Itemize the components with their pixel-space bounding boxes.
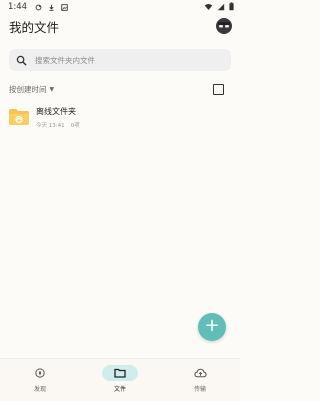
compass-icon xyxy=(22,365,58,381)
nav-item-files[interactable]: 文件 xyxy=(80,359,160,401)
list-item[interactable]: 离线文件夹 今天 13:41 0项 xyxy=(0,102,240,132)
nav-label-transfer: 传输 xyxy=(193,386,206,393)
add-button[interactable]: + xyxy=(198,313,226,341)
file-date: 今天 13:41 xyxy=(36,122,65,129)
cloud-transfer-icon xyxy=(182,365,218,381)
sort-label: 按创建时间 xyxy=(9,84,47,94)
bottom-navigation: 发现 文件 传输 xyxy=(0,358,240,401)
avatar-glasses-icon xyxy=(218,22,230,28)
avatar[interactable] xyxy=(216,18,232,34)
wifi-icon xyxy=(204,3,213,10)
plus-icon: + xyxy=(204,315,220,336)
nav-label-discover: 发现 xyxy=(33,386,46,393)
file-name: 离线文件夹 xyxy=(36,106,76,116)
nav-item-transfer[interactable]: 传输 xyxy=(160,359,240,401)
status-time: 1:44 xyxy=(8,2,28,12)
folder-icon xyxy=(8,108,30,126)
page-title: 我的文件 xyxy=(9,20,60,35)
search-icon xyxy=(15,54,27,66)
sort-bar: 按创建时间 ▼ xyxy=(9,82,231,96)
sync-icon xyxy=(35,4,42,10)
battery-icon xyxy=(229,2,234,11)
file-details: 今天 13:41 0项 xyxy=(36,121,80,129)
status-notification-icons xyxy=(35,3,68,11)
chevron-down-icon: ▼ xyxy=(49,85,55,93)
image-notification-icon xyxy=(61,3,68,11)
file-meta: 离线文件夹 今天 13:41 0项 xyxy=(36,106,80,129)
file-count: 0项 xyxy=(70,122,80,129)
search-input[interactable]: 搜索文件夹内文件 xyxy=(9,49,231,71)
nav-label-files: 文件 xyxy=(113,386,126,393)
sort-dropdown[interactable]: 按创建时间 ▼ xyxy=(9,84,54,95)
download-icon xyxy=(49,4,54,11)
signal-icon xyxy=(217,3,225,10)
status-bar: 1:44 xyxy=(0,0,240,14)
nav-item-discover[interactable]: 发现 xyxy=(0,359,80,401)
folder-icon xyxy=(102,365,138,381)
status-system-icons xyxy=(204,2,234,11)
select-all-checkbox[interactable] xyxy=(213,84,224,95)
search-placeholder: 搜索文件夹内文件 xyxy=(35,55,95,65)
